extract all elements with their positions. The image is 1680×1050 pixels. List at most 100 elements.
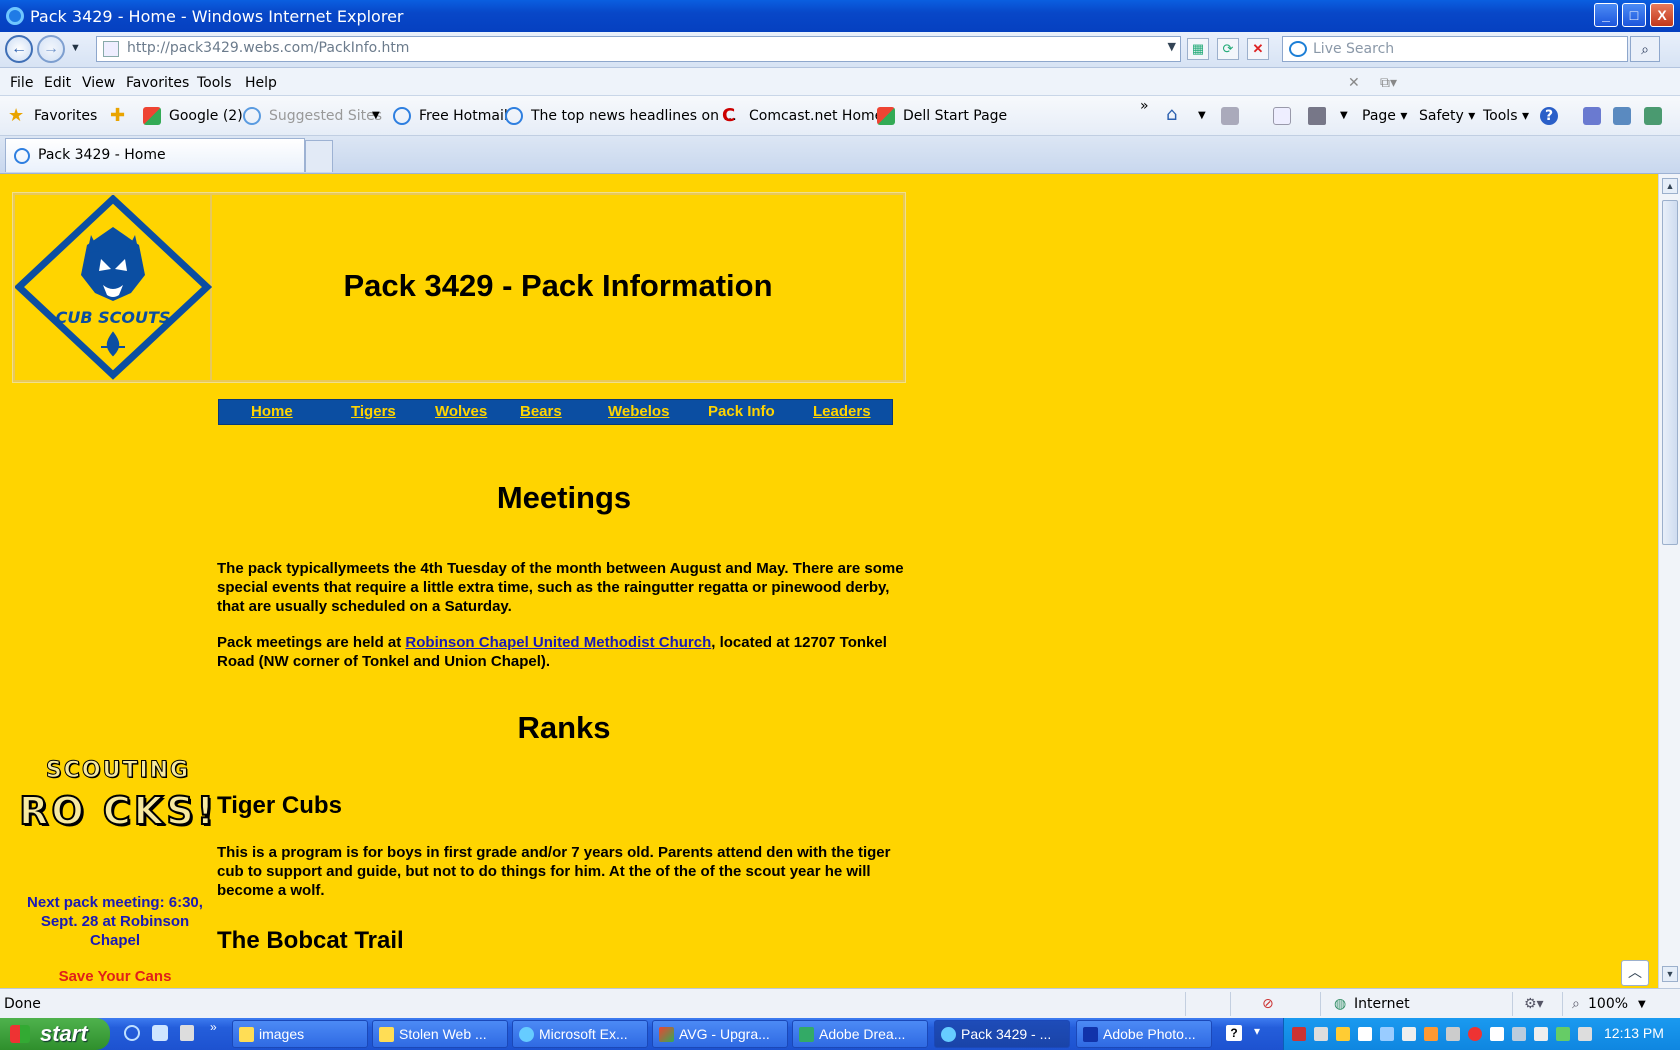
tray-network-icon[interactable] xyxy=(1314,1027,1328,1041)
taskbar-avg[interactable]: AVG - Upgra... xyxy=(652,1020,788,1048)
tray-volume-icon[interactable] xyxy=(1578,1027,1592,1041)
tray-app3-icon[interactable] xyxy=(1534,1027,1548,1041)
tray-app2-icon[interactable] xyxy=(1446,1027,1460,1041)
more-favorites-chevron[interactable]: » xyxy=(1140,98,1149,114)
tray-display-icon[interactable] xyxy=(1512,1027,1526,1041)
dreamweaver-icon xyxy=(799,1027,814,1042)
feeds-icon[interactable] xyxy=(1221,107,1239,125)
translate-icon[interactable]: ⧉▾ xyxy=(1380,75,1397,91)
compatibility-icon[interactable]: ▦ xyxy=(1187,38,1209,60)
photoshop-icon xyxy=(1083,1027,1098,1042)
search-button[interactable]: ⌕ xyxy=(1630,36,1660,62)
maximize-button[interactable]: □ xyxy=(1622,3,1646,27)
taskbar-pack-3429[interactable]: Pack 3429 - ... xyxy=(934,1020,1070,1048)
add-favorite-icon[interactable]: ✚ xyxy=(110,105,125,126)
language-bar-options-icon[interactable]: ▾ xyxy=(1254,1024,1260,1038)
menu-tools[interactable]: Tools xyxy=(197,75,232,91)
next-meeting-notice: Next pack meeting: 6:30, Sept. 28 at Rob… xyxy=(27,894,203,949)
quicklaunch-ie-icon[interactable] xyxy=(124,1025,140,1041)
fav-top-news[interactable]: The top news headlines on ... xyxy=(531,108,737,124)
tray-device-icon[interactable] xyxy=(1358,1027,1372,1041)
close-toolbar-icon[interactable]: ✕ xyxy=(1348,75,1360,91)
tray-shield-icon[interactable] xyxy=(1336,1027,1350,1041)
zoom-level[interactable]: 100% xyxy=(1588,996,1628,1012)
taskbar-adobe-photoshop[interactable]: Adobe Photo... xyxy=(1076,1020,1212,1048)
tiger-cubs-paragraph: This is a program is for boys in first g… xyxy=(217,844,891,899)
taskbar-images[interactable]: images xyxy=(232,1020,368,1048)
nav-home[interactable]: Home xyxy=(251,403,293,420)
favorites-bar: ★ Favorites ✚ Google (2) Suggested Sites… xyxy=(0,96,1680,136)
favorites-button[interactable]: Favorites xyxy=(34,108,97,124)
nav-tigers[interactable]: Tigers xyxy=(351,403,396,420)
dell-icon xyxy=(877,107,895,125)
nav-bears[interactable]: Bears xyxy=(520,403,562,420)
address-input[interactable]: http://pack3429.webs.com/PackInfo.htm ▼ xyxy=(96,36,1181,62)
home-icon[interactable]: ⌂ xyxy=(1166,104,1177,125)
vertical-scrollbar[interactable]: ▲ ▼ xyxy=(1658,174,1680,988)
page-menu[interactable]: Page ▾ xyxy=(1362,108,1407,124)
tray-app4-icon[interactable] xyxy=(1556,1027,1570,1041)
read-mail-icon[interactable] xyxy=(1273,107,1291,125)
nav-webelos[interactable]: Webelos xyxy=(608,403,669,420)
refresh-icon[interactable]: ⟳ xyxy=(1217,38,1239,60)
search-input[interactable]: Live Search xyxy=(1282,36,1628,62)
home-dropdown-icon[interactable]: ▼ xyxy=(1198,110,1206,121)
nav-leaders[interactable]: Leaders xyxy=(813,403,871,420)
print-icon[interactable] xyxy=(1308,107,1326,125)
blog-icon[interactable] xyxy=(1644,107,1662,125)
taskbar-adobe-dreamweaver[interactable]: Adobe Drea... xyxy=(792,1020,928,1048)
address-dropdown-icon[interactable]: ▼ xyxy=(1168,40,1176,53)
taskbar-microsoft-ex[interactable]: Microsoft Ex... xyxy=(512,1020,648,1048)
nav-pack-info[interactable]: Pack Info xyxy=(708,403,775,420)
suggested-dropdown-icon[interactable]: ▼ xyxy=(372,110,380,121)
menu-file[interactable]: File xyxy=(10,75,33,91)
quicklaunch-app-icon[interactable] xyxy=(180,1025,194,1041)
fav-free-hotmail[interactable]: Free Hotmail xyxy=(419,108,508,124)
quicklaunch-desktop-icon[interactable] xyxy=(152,1025,168,1041)
safety-menu[interactable]: Safety ▾ xyxy=(1419,108,1475,124)
scroll-up-arrow-icon[interactable]: ▲ xyxy=(1662,178,1678,194)
tray-bluetooth-icon[interactable] xyxy=(1380,1027,1394,1041)
scrollbar-thumb[interactable] xyxy=(1662,200,1678,545)
research-icon[interactable] xyxy=(1583,107,1601,125)
fav-suggested-sites[interactable]: Suggested Sites xyxy=(269,108,382,124)
church-link[interactable]: Robinson Chapel United Methodist Church xyxy=(405,634,711,651)
fav-google[interactable]: Google (2) xyxy=(169,108,243,124)
meetings-heading: Meetings xyxy=(496,480,632,515)
quicklaunch-more-icon[interactable]: » xyxy=(210,1020,217,1034)
tray-wifi-icon[interactable] xyxy=(1490,1027,1504,1041)
help-icon[interactable]: ? xyxy=(1540,107,1558,125)
back-button[interactable]: ← xyxy=(5,35,33,63)
close-button[interactable]: X xyxy=(1650,3,1674,27)
popup-icon[interactable]: ⚙▾ xyxy=(1524,996,1544,1012)
new-tab-button[interactable] xyxy=(305,140,333,172)
start-button[interactable]: start xyxy=(0,1018,110,1050)
tools-menu[interactable]: Tools ▾ xyxy=(1483,108,1529,124)
print-dropdown-icon[interactable]: ▼ xyxy=(1340,110,1348,121)
tray-security-icon[interactable] xyxy=(1292,1027,1306,1041)
tray-app-icon[interactable] xyxy=(1424,1027,1438,1041)
stop-icon[interactable]: ✕ xyxy=(1247,38,1269,60)
language-bar-icon[interactable]: ? xyxy=(1226,1025,1242,1041)
nav-wolves[interactable]: Wolves xyxy=(435,403,487,420)
forward-button[interactable]: → xyxy=(37,35,65,63)
zoom-dropdown-icon[interactable]: ▼ xyxy=(1638,999,1646,1010)
menu-view[interactable]: View xyxy=(82,75,115,91)
menu-favorites[interactable]: Favorites xyxy=(126,75,189,91)
menu-edit[interactable]: Edit xyxy=(44,75,71,91)
fav-comcast[interactable]: Comcast.net Home xyxy=(749,108,883,124)
taskbar-stolen-web[interactable]: Stolen Web ... xyxy=(372,1020,508,1048)
menu-bar: File Edit View Favorites Tools Help ✕ ⧉▾ xyxy=(0,68,1680,96)
messenger-icon[interactable] xyxy=(1613,107,1631,125)
recent-pages-dropdown-icon[interactable]: ▼ xyxy=(70,42,81,54)
avg-icon xyxy=(659,1027,674,1042)
fav-dell[interactable]: Dell Start Page xyxy=(903,108,1007,124)
scroll-to-top-button[interactable]: ︿ xyxy=(1621,960,1649,986)
tray-antivirus-icon[interactable] xyxy=(1468,1027,1482,1041)
protected-mode-icon[interactable]: ⊘ xyxy=(1262,996,1274,1012)
tab-pack-3429-home[interactable]: Pack 3429 - Home xyxy=(5,138,305,172)
menu-help[interactable]: Help xyxy=(245,75,277,91)
minimize-button[interactable]: _ xyxy=(1594,3,1618,27)
scroll-down-arrow-icon[interactable]: ▼ xyxy=(1662,966,1678,982)
tray-clipboard-icon[interactable] xyxy=(1402,1027,1416,1041)
